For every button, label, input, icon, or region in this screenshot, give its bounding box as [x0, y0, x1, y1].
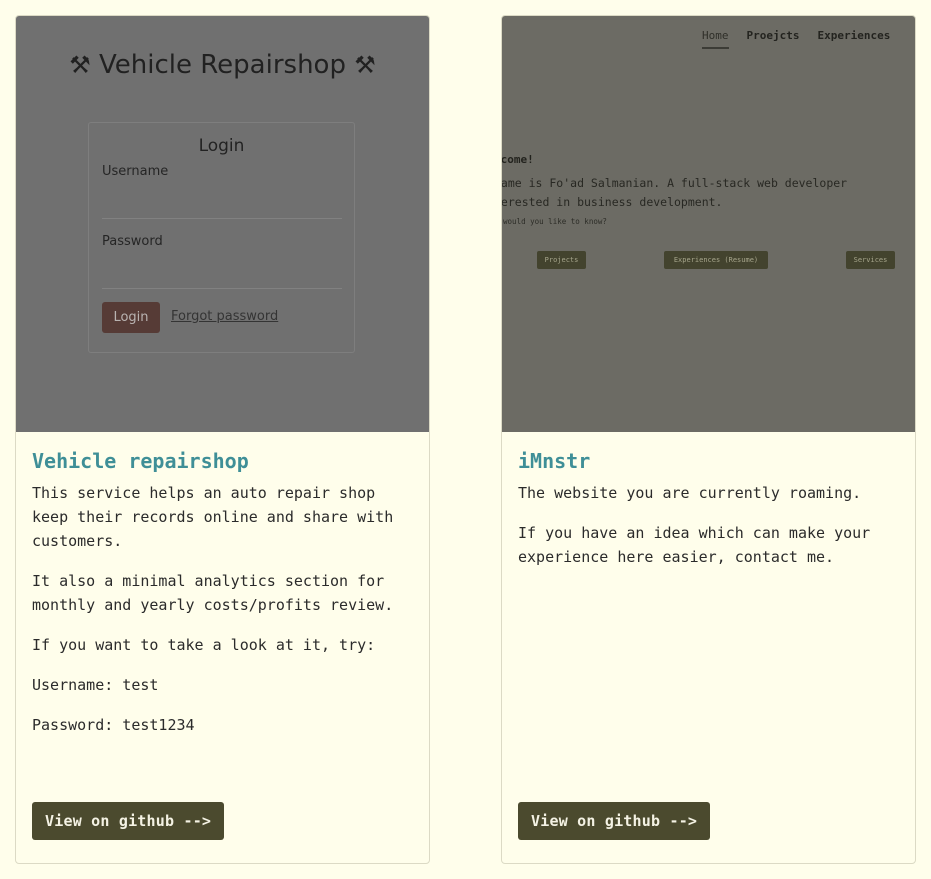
- preview-password-underline: [102, 288, 342, 289]
- preview-projects-button: Projects: [537, 251, 586, 269]
- view-on-github-button[interactable]: View on github -->: [32, 802, 225, 840]
- project-description: Vehicle repairshop This service helps an…: [16, 432, 429, 737]
- preview-app-title: ⚒ Vehicle Repairshop ⚒: [16, 50, 429, 80]
- preview-login-box: Login Username Password Login Forgot pas…: [88, 122, 355, 353]
- project-paragraph: The website you are currently roaming.: [518, 484, 862, 502]
- preview-services-button: Services: [846, 251, 895, 269]
- project-paragraph: This service helps an auto repair shop k…: [32, 484, 394, 550]
- project-title: Vehicle repairshop: [32, 449, 249, 473]
- project-paragraph: If you have an idea which can make your …: [518, 524, 871, 566]
- view-on-github-button[interactable]: View on github -->: [518, 802, 711, 840]
- tools-icon: ⚒: [354, 51, 376, 79]
- project-preview-image: ⚒ Vehicle Repairshop ⚒ Login Username Pa…: [16, 16, 429, 432]
- project-card-vehicle-repairshop: ⚒ Vehicle Repairshop ⚒ Login Username Pa…: [15, 15, 430, 864]
- project-description: iMnstr The website you are currently roa…: [502, 432, 915, 569]
- tools-icon: ⚒: [69, 51, 91, 79]
- preview-forgot-link: Forgot password: [171, 309, 279, 324]
- preview-login-heading: Login: [198, 136, 245, 156]
- preview-experiences-button: Experiences (Resume): [664, 251, 768, 269]
- preview-username-underline: [102, 218, 342, 219]
- preview-nav: Home Proejcts Experiences: [702, 29, 890, 49]
- preview-nav-experiences: Experiences: [817, 29, 891, 42]
- preview-welcome: lcome!: [502, 153, 534, 166]
- project-paragraph: It also a minimal analytics section for …: [32, 572, 394, 614]
- preview-intro-line: terested in business development.: [502, 195, 723, 209]
- preview-nav-home: Home: [702, 29, 729, 49]
- project-paragraph: Username: test: [32, 676, 159, 694]
- preview-password-label: Password: [102, 234, 163, 249]
- project-paragraph: If you want to take a look at it, try:: [32, 636, 376, 654]
- project-preview-image: Home Proejcts Experiences lcome! name is…: [502, 16, 915, 432]
- preview-nav-projects: Proejcts: [746, 29, 800, 42]
- preview-username-label: Username: [102, 164, 169, 179]
- preview-app-title-text: Vehicle Repairshop: [99, 50, 346, 80]
- preview-login-button: Login: [102, 302, 160, 333]
- preview-question: t would you like to know?: [502, 217, 607, 226]
- project-title: iMnstr: [518, 449, 591, 473]
- project-paragraph: Password: test1234: [32, 716, 195, 734]
- project-card-imnstr: Home Proejcts Experiences lcome! name is…: [501, 15, 916, 864]
- preview-intro-line: name is Fo'ad Salmanian. A full-stack we…: [502, 176, 848, 190]
